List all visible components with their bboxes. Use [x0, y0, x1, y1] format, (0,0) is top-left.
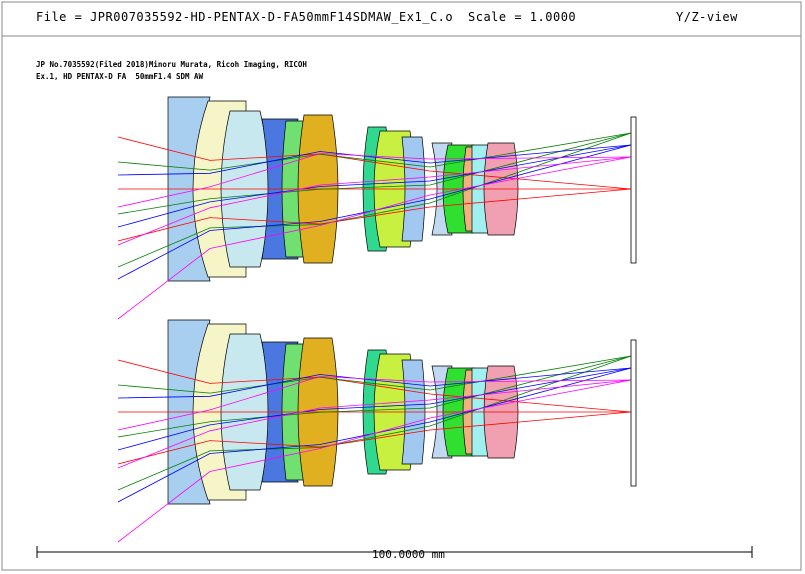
lens-system-bottom [117, 319, 637, 543]
lens-system-top [117, 96, 637, 320]
lens-drawing [1, 1, 802, 571]
lens-diagram-window: File = JPR007035592-HD-PENTAX-D-FA50mmF1… [0, 0, 805, 574]
top-image-plane [630, 116, 637, 264]
bottom-image-plane [630, 339, 637, 487]
scale-bar-label: 100.0000 mm [372, 548, 445, 561]
outer-border [1, 1, 802, 571]
